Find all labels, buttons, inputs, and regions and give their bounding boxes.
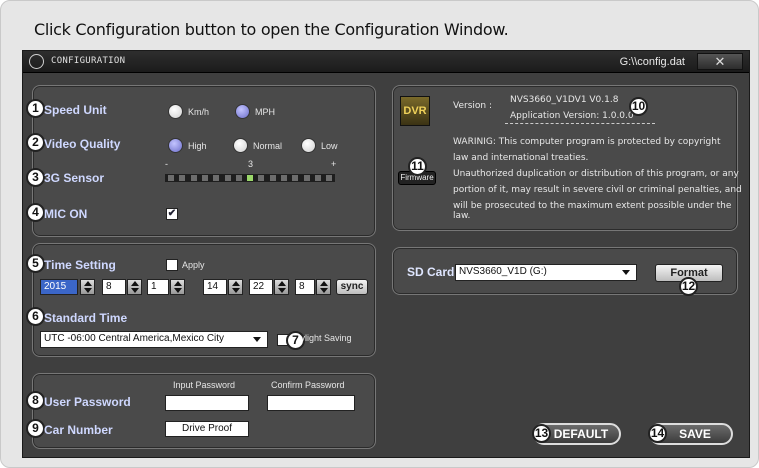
warning-line-5: will be prosecuted to the maximum extent… [453,201,732,221]
dvr-logo: DVR [400,96,430,126]
speed-mph-label: MPH [255,107,275,117]
timezone-select[interactable]: UTC -06:00 Central America,Mexico City [40,331,268,348]
g-sensor-tick [314,175,321,181]
callout-8: 8 [26,391,45,410]
application-version: Application Version: 1.0.0.0 [510,111,634,121]
car-number-field[interactable]: Drive Proof [165,421,249,437]
hour-field[interactable]: 14 [203,279,227,295]
year-stepper[interactable] [80,279,95,295]
timezone-dropdown-icon [253,337,261,342]
callout-3: 3 [26,168,45,187]
input-password-header: Input Password [173,380,236,390]
window-title: CONFIGURATION [51,56,126,66]
sd-card-select[interactable]: NVS3660_V1D (G:) [455,264,637,281]
g-sensor-tick [281,175,287,181]
speed-kmh-label: Km/h [188,107,210,117]
title-bar: CONFIGURATION G:\\config.dat ✕ [23,51,749,73]
version-value: NVS3660_V1DV1 V0.1.8 [510,95,619,105]
callout-11: 11 [408,157,427,176]
app-circle-icon [29,54,44,69]
g-sensor-tick [303,175,310,181]
confirm-password-header: Confirm Password [271,380,345,390]
g-sensor-tick [213,175,220,181]
apply-checkbox[interactable] [166,259,178,271]
quality-low-label: Low [321,141,338,151]
minute-stepper[interactable] [274,279,289,295]
g-sensor-label: 3G Sensor [44,171,105,185]
hour-stepper[interactable] [228,279,243,295]
callout-9: 9 [26,419,45,438]
g-sensor-tick [168,175,174,181]
callout-2: 2 [26,133,45,152]
mic-on-checkbox[interactable]: ✔ [166,208,178,220]
g-sensor-slider[interactable] [165,174,335,182]
speed-mph-radio[interactable] [235,104,250,119]
confirm-password-field[interactable] [267,395,355,411]
day-stepper[interactable] [170,279,185,295]
g-sensor-tick [224,175,231,181]
standard-time-label: Standard Time [44,311,128,325]
version-underline [505,123,655,124]
sd-card-value: NVS3660_V1D (G:) [459,266,547,277]
configuration-window: CONFIGURATION G:\\config.dat ✕ 1 Speed U… [22,50,750,458]
quality-high-label: High [188,141,207,151]
year-field[interactable]: 2015 [40,279,78,295]
quality-normal-radio[interactable] [233,138,248,153]
g-sensor-tick [190,175,197,181]
callout-5: 5 [26,254,45,273]
g-sensor-tick [247,175,254,181]
quality-high-radio[interactable] [168,138,183,153]
g-sensor-tick [258,175,265,181]
input-password-field[interactable] [165,395,249,411]
second-stepper[interactable] [316,279,331,295]
sd-card-dropdown-icon [622,270,630,275]
callout-10: 10 [629,97,648,116]
g-sensor-tick [235,175,242,181]
dvr-logo-text: DVR [403,105,427,117]
g-sensor-tick [292,175,299,181]
callout-1: 1 [26,99,45,118]
sync-button[interactable]: sync [336,279,368,295]
callout-12: 12 [679,277,698,296]
warning-line-3: Unauthorized duplication or distribution… [453,169,739,179]
day-field[interactable]: 1 [147,279,169,295]
apply-label: Apply [182,260,205,270]
callout-6: 6 [26,307,45,326]
video-quality-label: Video Quality [44,137,121,151]
close-button[interactable]: ✕ [697,53,743,70]
minute-field[interactable]: 22 [249,279,273,295]
month-field[interactable]: 8 [102,279,126,295]
speed-kmh-radio[interactable] [168,104,183,119]
callout-4: 4 [26,203,45,222]
second-field[interactable]: 8 [295,279,315,295]
quality-normal-label: Normal [253,141,283,151]
callout-13: 13 [532,424,551,443]
g-sensor-tick [326,175,333,181]
callout-7: 7 [286,331,305,350]
g-sensor-max: + [331,159,337,169]
g-sensor-tick [179,175,186,181]
warning-line-4: portion of it, may result in severe civi… [453,185,742,195]
g-sensor-tick [269,175,276,181]
time-setting-label: Time Setting [44,258,116,272]
warning-line-1: WARINIG: This computer program is protec… [453,137,721,147]
quality-low-radio[interactable] [301,138,316,153]
sd-card-label: SD Card [407,265,455,279]
g-sensor-mid: 3 [248,159,254,169]
version-label: Version : [453,101,492,111]
config-file-path: G:\\config.dat [619,56,685,68]
month-stepper[interactable] [127,279,142,295]
speed-unit-label: Speed Unit [44,103,107,117]
warning-line-2: law and international treaties. [453,153,589,163]
g-sensor-tick [201,175,208,181]
callout-14: 14 [648,424,667,443]
timezone-value: UTC -06:00 Central America,Mexico City [44,333,225,344]
mic-on-label: MIC ON [44,207,88,221]
g-sensor-min: - [165,159,168,169]
car-number-label: Car Number [44,423,113,437]
user-password-label: User Password [44,395,131,409]
instruction-caption: Click Configuration button to open the C… [34,20,509,39]
